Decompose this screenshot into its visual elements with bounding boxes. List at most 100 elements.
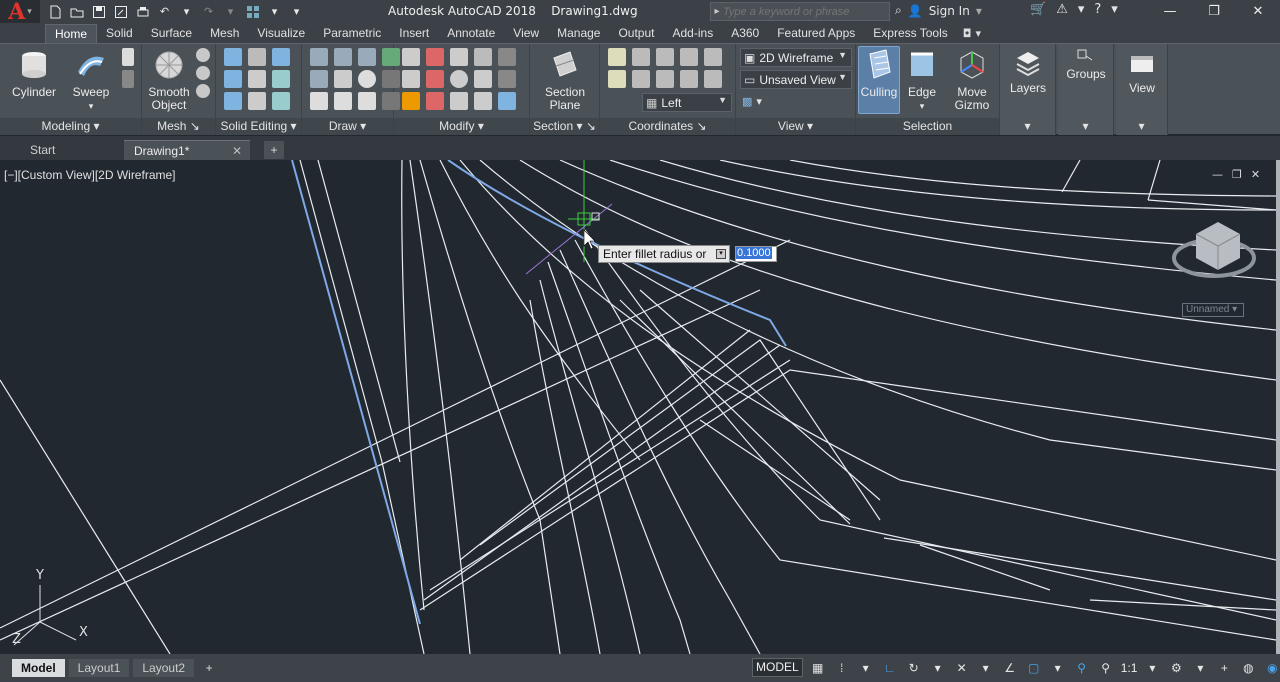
panel-mesh-title[interactable]: Mesh ↘ [142,118,215,135]
application-menu-button[interactable]: A ▾ [0,0,40,25]
search-expand-icon[interactable]: ▸ [711,6,723,17]
ortho-icon[interactable]: ∟ [881,659,899,677]
stay-connected-icon[interactable]: ▾ [1078,2,1085,17]
panel-coordinates-title[interactable]: Coordinates ↘ [600,118,735,135]
rectangle-icon[interactable] [334,92,352,110]
open-icon[interactable] [68,4,85,19]
line-icon[interactable] [334,70,352,88]
isodraft-icon[interactable]: ✕ [953,659,971,677]
panel-solid-editing-title[interactable]: Solid Editing ▾ [216,118,301,135]
copy-icon[interactable] [450,48,468,66]
redo-icon[interactable]: ↷ [200,4,217,19]
tab-featured-apps[interactable]: Featured Apps [768,24,864,43]
drawing-viewport[interactable] [0,160,1276,654]
tab-visualize[interactable]: Visualize [248,24,314,43]
annotation-visibility-icon[interactable]: ⚲ [1073,659,1091,677]
tab-annotate[interactable]: Annotate [438,24,504,43]
plot-icon[interactable] [134,4,151,19]
tab-view[interactable]: View [504,24,548,43]
undo-dropdown-icon[interactable]: ▾ [178,4,195,19]
object-snap-icon[interactable]: ▢ [1025,659,1043,677]
tab-home[interactable]: Home [45,24,98,43]
ribbon-state-icon[interactable]: ◘ [963,27,972,40]
user-icon[interactable]: 👤 [908,4,923,18]
ucs-view-icon[interactable] [704,70,722,88]
arc-icon[interactable] [358,48,376,66]
search-input[interactable] [723,5,883,18]
ucs-named-icon[interactable] [608,70,626,88]
undo-icon[interactable]: ↶ [156,4,173,19]
panel-modeling-title[interactable]: Modeling ▾ [0,118,141,135]
panel-view-title[interactable]: View ▾ [736,118,855,135]
3d-polyline-icon[interactable] [334,48,352,66]
grid-icon[interactable]: ▦ [809,659,827,677]
ucs-view-dropdown[interactable]: ▦ Left ▼ [642,93,732,112]
presspull-icon[interactable] [122,70,134,88]
tab-add-ins[interactable]: Add-ins [664,24,723,43]
subtract-icon[interactable] [224,70,242,88]
panel-modify-title[interactable]: Modify ▾ [394,118,529,135]
file-tab-start[interactable]: Start [20,140,124,160]
groups-button[interactable]: Groups [1062,48,1110,81]
interfere-icon[interactable] [248,70,266,88]
intersect-icon[interactable] [224,92,242,110]
close-icon[interactable]: ✕ [1236,0,1280,23]
scale-icon[interactable] [498,70,516,88]
polar-dropdown-icon[interactable]: ▾ [929,659,947,677]
spline-icon[interactable] [310,70,328,88]
panel-layers-expand[interactable]: ▾ [1000,118,1055,135]
fillet-radius-input[interactable]: 0.1000 [735,246,777,262]
thicken-icon[interactable] [248,92,266,110]
union-icon[interactable] [224,48,242,66]
add-icon[interactable]: + [1215,659,1233,677]
snap-icon[interactable]: ⁞ [833,659,851,677]
tab-solid[interactable]: Solid [97,24,142,43]
new-layout-button[interactable]: + [200,659,218,677]
named-view-dropdown[interactable]: ▭ Unsaved View ▼ [740,70,852,89]
panel-view-right-expand[interactable]: ▾ [1116,118,1167,135]
3d-array-icon[interactable] [498,92,516,110]
ucs-icon[interactable] [608,48,626,66]
tab-manage[interactable]: Manage [548,24,609,43]
ucs-menu[interactable]: Unnamed ▾ [1182,303,1244,317]
edge-button[interactable]: Edge ▾ [902,48,942,113]
visual-style-dropdown[interactable]: ▣ 2D Wireframe ▼ [740,48,852,67]
polar-icon[interactable]: ↻ [905,659,923,677]
hardware-acceleration-icon[interactable]: ◉ [1263,659,1280,677]
isolate-objects-icon[interactable]: ◍ [1239,659,1257,677]
help-dropdown-icon[interactable]: ▾ [1111,2,1118,17]
layout-tab-layout1[interactable]: Layout1 [68,659,130,677]
new-tab-button[interactable]: + [264,141,284,159]
workspace-icon[interactable] [244,4,261,19]
isodraft-dropdown-icon[interactable]: ▾ [977,659,995,677]
tab-output[interactable]: Output [609,24,663,43]
signin-dropdown-icon[interactable]: ▾ [976,4,982,18]
layers-button[interactable]: Layers [1006,48,1050,95]
explode-icon[interactable] [474,70,492,88]
ribbon-state-dropdown-icon[interactable]: ▾ [975,27,981,40]
mesh-refine-icon[interactable] [196,84,210,98]
extract-edges-icon[interactable] [272,48,290,66]
mesh-smooth-more-icon[interactable] [196,48,210,62]
autodesk-app-store-icon[interactable]: 🛒 [1030,2,1046,17]
viewport-controls-label[interactable]: [−][Custom View][2D Wireframe] [4,168,176,182]
slice-icon[interactable] [248,48,266,66]
ellipse-icon[interactable] [358,92,376,110]
fillet-icon[interactable] [450,70,468,88]
search-binoculars-icon[interactable]: ⌕ [895,3,902,18]
circle-icon[interactable] [358,70,376,88]
viewport-config-button[interactable]: ▩ ▾ [742,95,762,108]
stretch-icon[interactable] [402,92,420,110]
mirror-icon[interactable] [426,92,444,110]
layout-tab-model[interactable]: Model [12,659,65,677]
tab-mesh[interactable]: Mesh [201,24,248,43]
close-tab-icon[interactable]: ✕ [232,141,242,161]
new-icon[interactable] [46,4,63,19]
sweep-button[interactable]: Sweep ▾ [66,48,116,113]
ucs-origin-icon[interactable] [656,48,674,66]
separate-icon[interactable] [272,92,290,110]
help-icon[interactable]: ? [1094,2,1101,17]
annotation-scale[interactable]: 1:1 [1121,661,1138,675]
auto-scale-icon[interactable]: ⚲ [1097,659,1115,677]
ucs-3point-icon[interactable] [704,48,722,66]
